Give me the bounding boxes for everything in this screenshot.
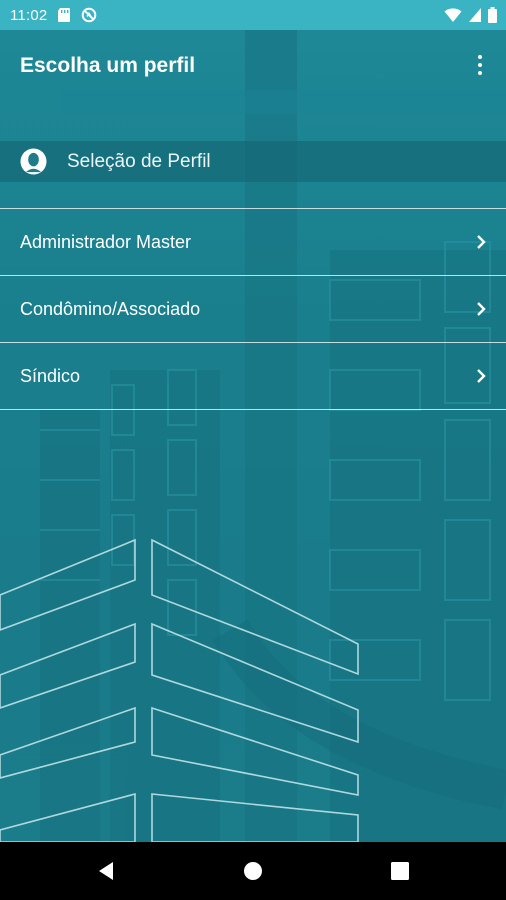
profile-item-sindico[interactable]: Síndico (0, 343, 506, 409)
status-bar: 11:02 (0, 0, 506, 30)
profile-item-condomino-associado[interactable]: Condômino/Associado (0, 276, 506, 342)
profile-item-label: Síndico (20, 365, 81, 386)
profile-item-administrador-master[interactable]: Administrador Master (0, 209, 506, 275)
list-divider (0, 409, 506, 410)
chevron-right-icon (477, 369, 486, 383)
battery-icon (488, 7, 497, 23)
profile-selection-header: Seleção de Perfil (0, 141, 506, 182)
profile-item-label: Condômino/Associado (20, 298, 201, 319)
status-time: 11:02 (10, 6, 48, 24)
status-right-icons (444, 7, 497, 23)
no-sync-icon (82, 7, 97, 23)
profile-list: Administrador Master Condômino/Associado… (0, 208, 506, 410)
navigation-bar (0, 842, 506, 900)
more-vert-icon[interactable] (468, 50, 492, 80)
profile-selection-label: Seleção de Perfil (67, 150, 211, 172)
status-left-icons (57, 7, 97, 23)
menu-dot (478, 55, 482, 59)
recents-icon[interactable] (388, 859, 412, 883)
page-title: Escolha um perfil (20, 54, 196, 77)
sd-card-icon (58, 8, 71, 22)
profile-item-label: Administrador Master (20, 231, 192, 252)
wifi-icon (444, 8, 462, 22)
app-content: Escolha um perfil Seleção de Perfil Admi… (0, 30, 506, 842)
chevron-right-icon (477, 235, 486, 249)
chevron-right-icon (477, 302, 486, 316)
person-circle-icon (20, 148, 47, 175)
menu-dot (478, 63, 482, 67)
menu-dot (478, 71, 482, 75)
home-icon[interactable] (241, 859, 265, 883)
back-icon[interactable] (94, 859, 118, 883)
signal-icon (469, 8, 481, 22)
